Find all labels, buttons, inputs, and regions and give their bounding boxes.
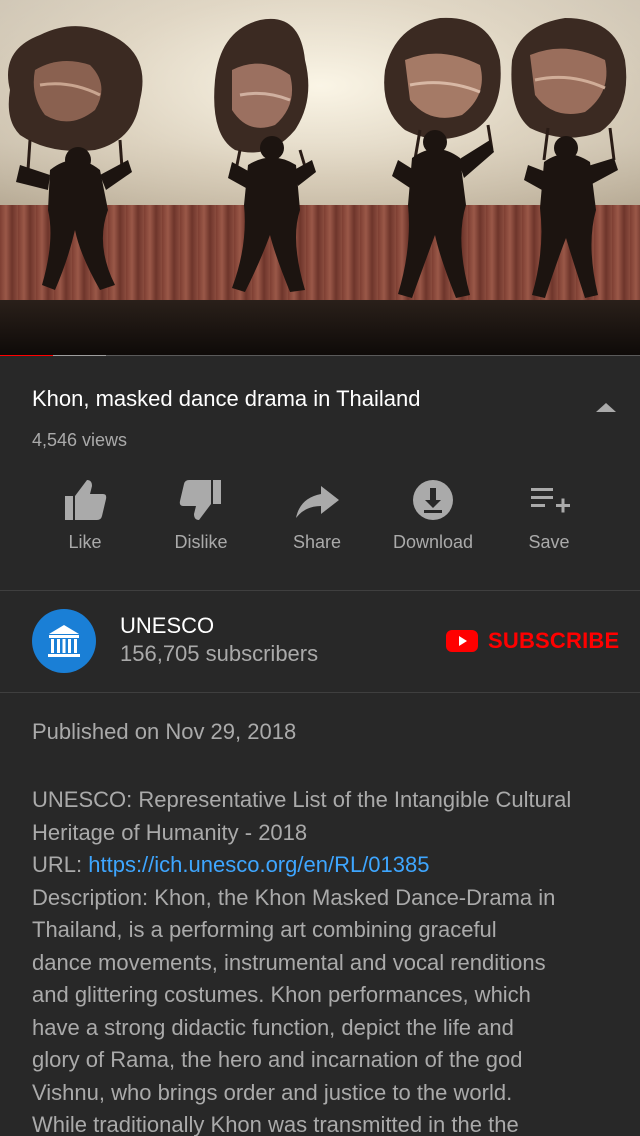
- description-url-line: URL: https://ich.unesco.org/en/RL/01385: [32, 849, 622, 882]
- description-link[interactable]: https://ich.unesco.org/en/RL/01385: [88, 852, 429, 877]
- download-icon: [413, 480, 453, 520]
- dislike-label: Dislike: [174, 532, 228, 552]
- thumbs-down-icon: [179, 480, 221, 520]
- description-line: Heritage of Humanity - 2018: [32, 819, 308, 845]
- save-button[interactable]: Save: [491, 476, 607, 553]
- divider: [0, 692, 640, 693]
- subscriber-count: 156,705 subscribers: [120, 641, 319, 666]
- description-line: have a strong didactic function, depict …: [32, 1014, 514, 1040]
- progress-played: [0, 355, 54, 356]
- description-line: and glittering costumes. Khon performanc…: [32, 982, 531, 1007]
- youtube-icon: [446, 630, 478, 652]
- share-label: Share: [292, 532, 342, 552]
- like-button[interactable]: Like: [27, 476, 143, 553]
- save-label: Save: [528, 532, 570, 552]
- thumbs-up-icon: [65, 480, 107, 520]
- description-line: Description: Khon, the Khon Masked Dance…: [32, 884, 556, 910]
- video-description: UNESCO: Representative List of the Intan…: [32, 784, 622, 1136]
- shadow-puppet-performance: [8, 17, 627, 298]
- video-title[interactable]: Khon, masked dance drama in Thailand: [32, 386, 421, 412]
- description-line: Thailand, is a performing art combining …: [32, 917, 497, 942]
- subscribe-label: SUBSCRIBE: [488, 628, 620, 653]
- description-line: UNESCO: Representative List of the Intan…: [32, 787, 572, 812]
- view-count: 4,546 views: [32, 430, 128, 450]
- subscribe-button[interactable]: SUBSCRIBE: [446, 624, 619, 658]
- url-prefix: URL:: [32, 852, 89, 877]
- description-line: Vishnu, who brings order and justice to …: [32, 1079, 513, 1105]
- like-label: Like: [68, 532, 102, 552]
- unesco-logo-icon: [48, 625, 80, 657]
- action-row: Like Dislike Share Download Save: [0, 476, 640, 566]
- playlist-add-icon: [531, 488, 570, 513]
- description-line: dance movements, instrumental and vocal …: [32, 949, 546, 975]
- download-button[interactable]: Download: [375, 476, 491, 553]
- channel-name[interactable]: UNESCO: [120, 613, 214, 639]
- publish-date: Published on Nov 29, 2018: [32, 719, 297, 744]
- dislike-button[interactable]: Dislike: [143, 476, 259, 553]
- chevron-up-icon[interactable]: [594, 400, 618, 414]
- description-line: While traditionally Khon was transmitted…: [32, 1112, 519, 1136]
- progress-bar[interactable]: [0, 355, 640, 356]
- avatar[interactable]: [32, 609, 96, 673]
- divider: [0, 590, 640, 591]
- description-line: glory of Rama, the hero and incarnation …: [32, 1047, 523, 1072]
- share-button[interactable]: Share: [259, 476, 375, 553]
- share-icon: [296, 486, 339, 518]
- video-player[interactable]: [0, 0, 640, 356]
- download-label: Download: [392, 532, 474, 552]
